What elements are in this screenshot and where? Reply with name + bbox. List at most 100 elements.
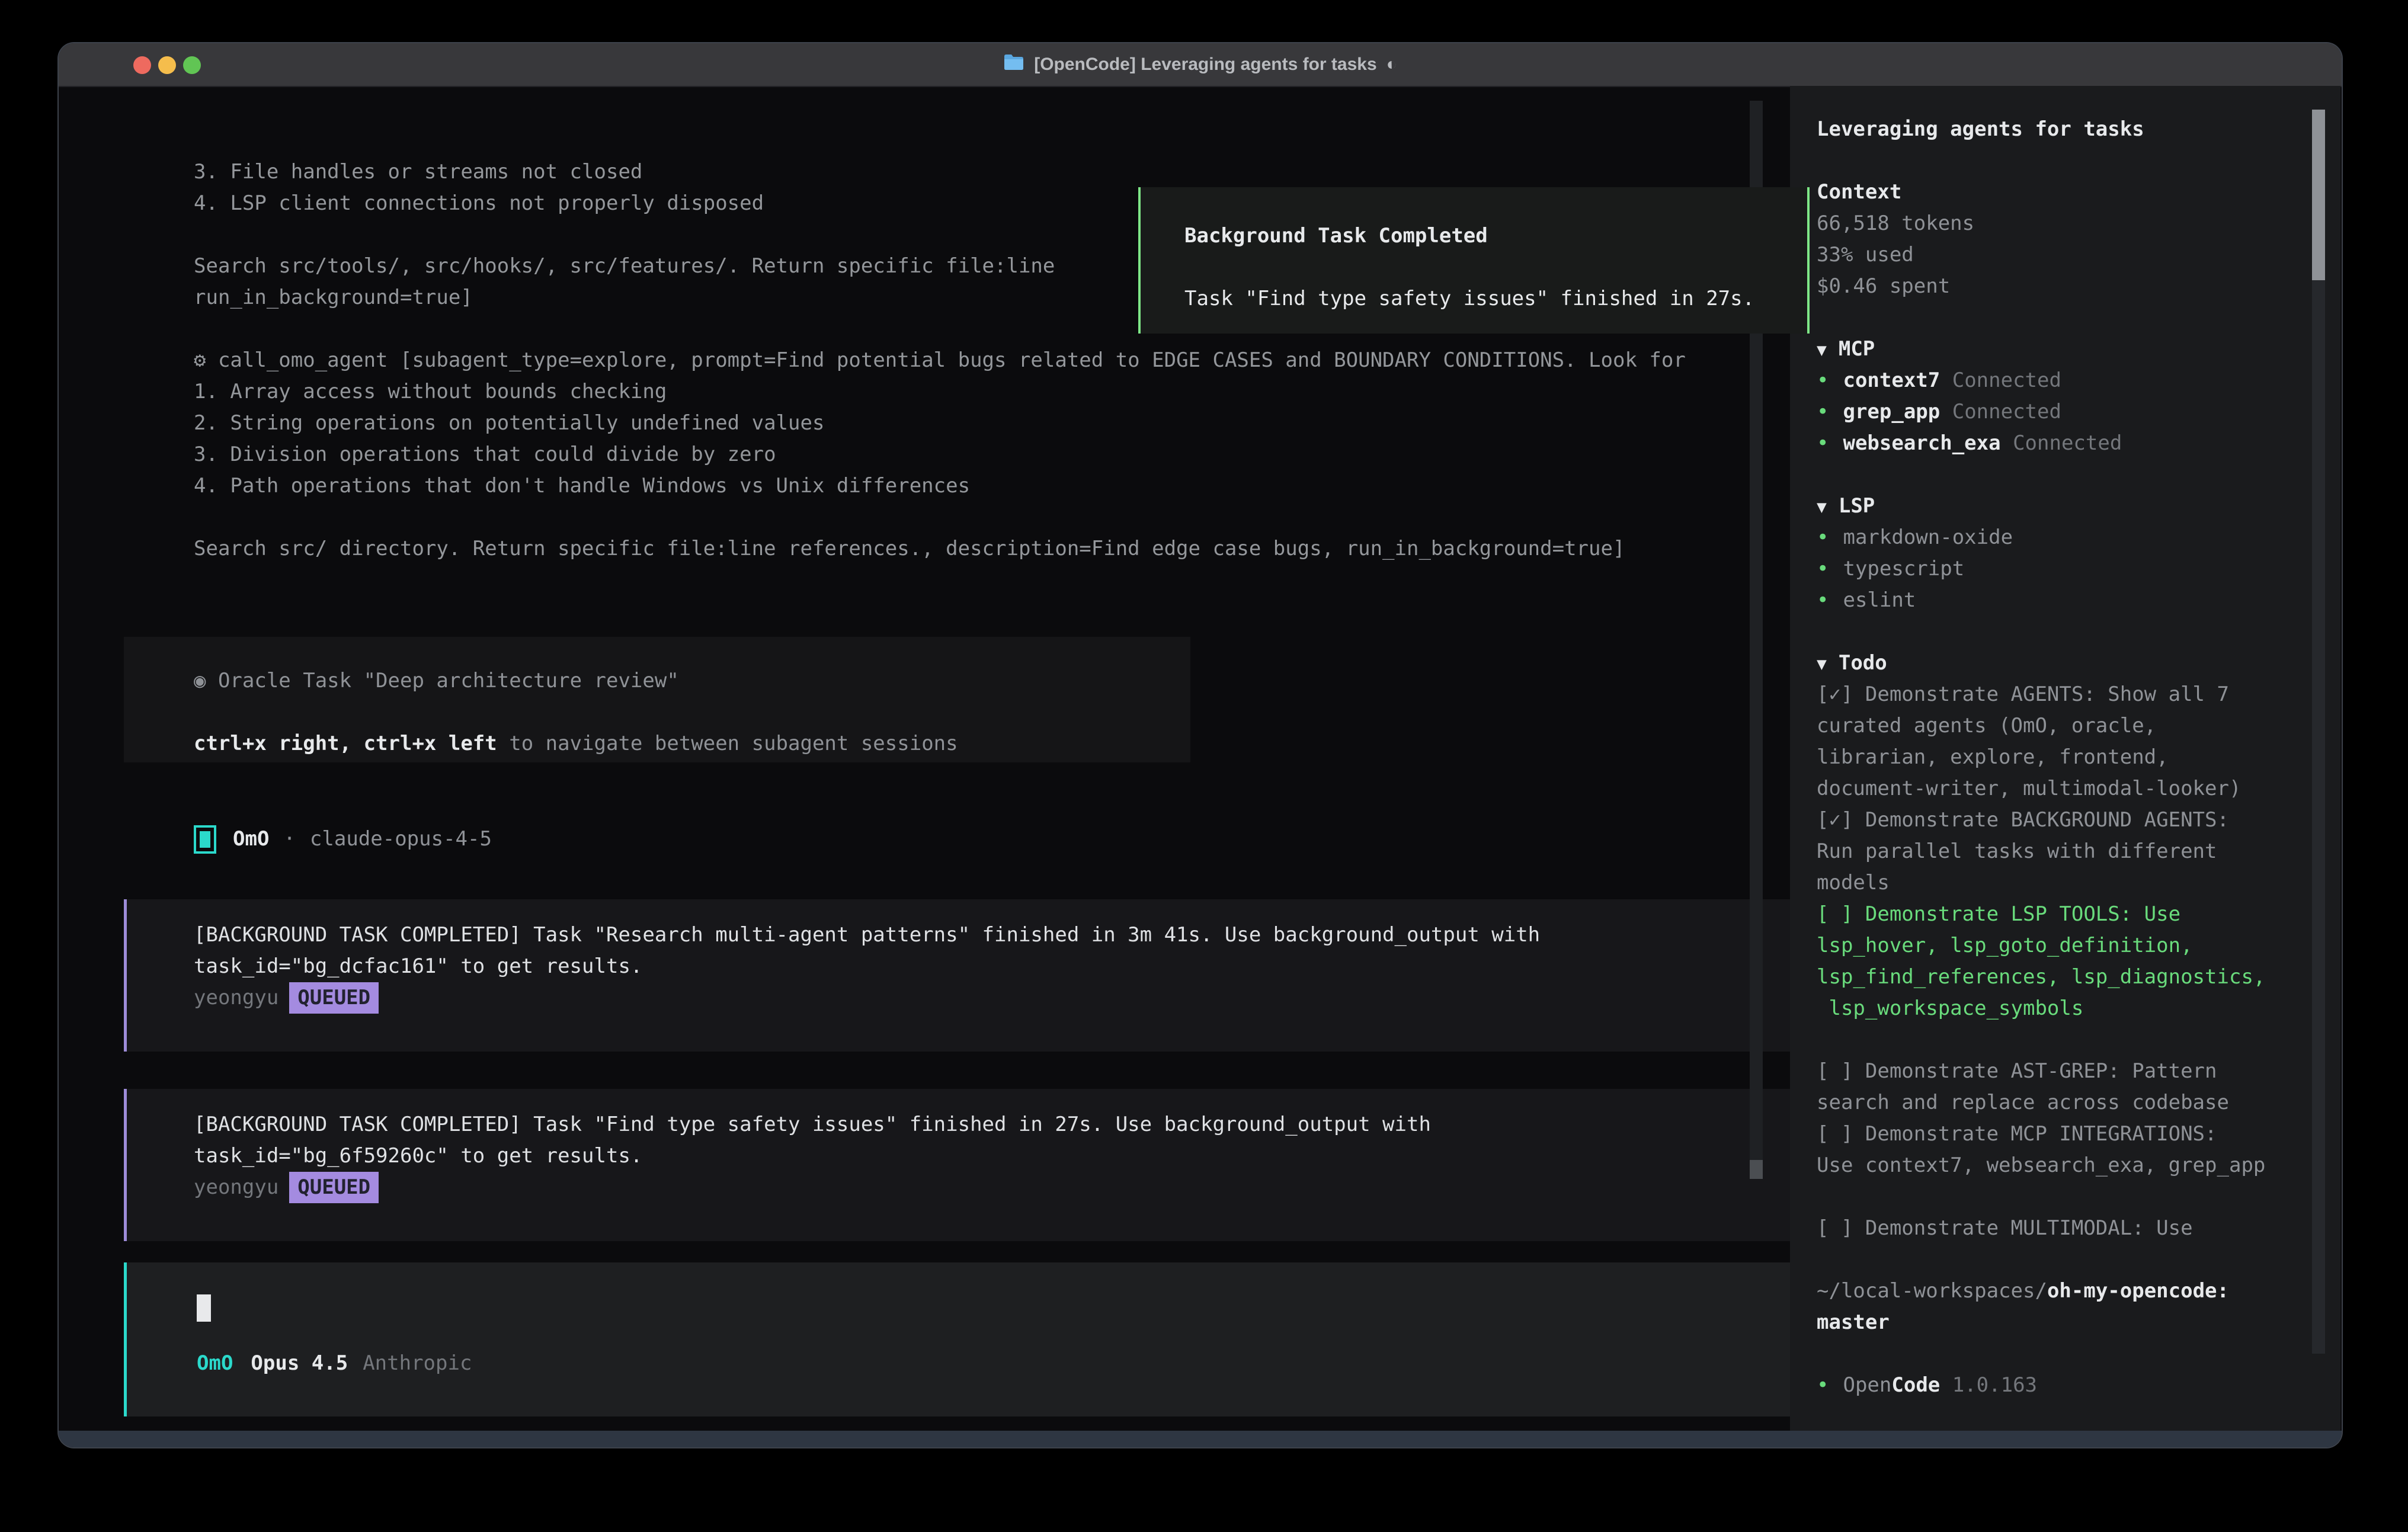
modified-indicator-icon: ◐ [1386,55,1397,75]
lsp-item-name: eslint [1843,588,1916,612]
todo-line-active: lsp_hover, lsp_goto_definition, [1817,930,2340,961]
task-message-line: task_id="bg_6f59260c" to get results. [194,1140,1810,1172]
oracle-task-box: ◉ Oracle Task "Deep architecture review"… [124,637,1190,762]
todo-line-done: Run parallel tasks with different [1817,836,2340,867]
status-badge: QUEUED [289,1172,379,1203]
chevron-down-icon[interactable]: ▼ [1817,497,1827,517]
sidebar-scrollbar-thumb[interactable] [2312,110,2325,280]
mcp-item: • context7 Connected [1817,365,2340,396]
todo-line-done: curated agents (OmO, oracle, [1817,710,2340,742]
agent-model: claude-opus-4-5 [310,823,492,855]
spacer [1817,302,2340,334]
workspace-path-prefix: ~/local-workspaces/ [1817,1279,2047,1303]
spacer [1817,145,2340,177]
context-tokens: 66,518 tokens [1817,208,2340,239]
task-message-line: task_id="bg_dcfac161" to get results. [194,951,1810,982]
lsp-item: • eslint [1817,585,2340,616]
transcript-line: Search src/ directory. Return specific f… [194,533,1746,565]
todo-line-pending: search and replace across codebase [1817,1087,2340,1118]
sidebar-panel: Leveraging agents for tasks Context 66,5… [1790,86,2340,1431]
todo-line-active: [ ] Demonstrate LSP TOOLS: Use [1817,899,2340,930]
todo-line-pending: [ ] Demonstrate AST-GREP: Pattern [1817,1056,2340,1087]
mcp-item-status: Connected [1940,368,2061,392]
lsp-item: •markdown-oxide [1817,522,2340,553]
todo-line-done: models [1817,867,2340,899]
notification-title: Background Task Completed [1184,220,1807,252]
main-scrollbar-thumb[interactable] [1750,1160,1763,1179]
workspace-path: ~/local-workspaces/oh-my-opencode: [1817,1275,2340,1307]
task-message-line: [BACKGROUND TASK COMPLETED] Task "Resear… [194,919,1810,951]
background-task-message: [BACKGROUND TASK COMPLETED] Task "Find t… [124,1089,1810,1241]
prompt-input[interactable]: OmO Opus 4.5 Anthropic [124,1262,1836,1416]
transcript-line: 3. File handles or streams not closed [194,156,1746,188]
mcp-item: •grep_app Connected [1817,396,2340,428]
input-provider-label: Anthropic [363,1348,472,1379]
mcp-item-status: Connected [2001,431,2122,455]
omo-agent-icon [194,825,216,854]
mcp-item-name: websearch_exa [1843,431,2000,455]
todo-line-active: lsp_workspace_symbols [1817,993,2340,1024]
text-cursor [197,1294,211,1322]
mcp-section-header[interactable]: ▼MCP [1817,334,2340,365]
background-task-notification: Background Task Completed Task "Find typ… [1138,187,1810,334]
todo-line-done: [✓] Demonstrate BACKGROUND AGENTS: [1817,805,2340,836]
todo-section-header[interactable]: ▼Todo [1817,648,2340,679]
bullet-icon: • [1817,557,1829,581]
spacer [1817,1181,2340,1213]
keyboard-shortcut: ctrl+x right, ctrl+x left [194,732,497,755]
app-version: •OpenCode 1.0.163 [1817,1370,2340,1401]
spacer [1817,1338,2340,1370]
chevron-down-icon[interactable]: ▼ [1817,654,1827,674]
tool-call-line: ⚙ call_omo_agent [subagent_type=explore,… [194,345,1746,376]
folder-icon [1003,53,1024,76]
agent-name: OmO [233,823,269,855]
input-model-label[interactable]: Opus 4.5 [251,1348,348,1379]
sidebar-scrollbar-track[interactable] [2312,110,2325,1354]
transcript-line [194,502,1746,533]
bullet-icon: • [1817,1373,1829,1397]
lsp-section-header[interactable]: ▼LSP [1817,491,2340,522]
window-title-area: [OpenCode] Leveraging agents for tasks ◐ [59,43,2342,86]
lsp-item: • typescript [1817,553,2340,585]
task-meta-line: yeongyuQUEUED [194,1172,1810,1203]
transcript-block-tool-call: ⚙ call_omo_agent [subagent_type=explore,… [194,345,1746,565]
window-bottom-strip [59,1431,2342,1447]
spacer [1817,459,2340,491]
input-agent-label[interactable]: OmO [197,1348,233,1379]
lsp-item-name: typescript [1843,557,1964,581]
window-title: [OpenCode] Leveraging agents for tasks [1034,55,1376,75]
status-badge: QUEUED [289,982,379,1014]
bullet-icon: • [1817,400,1829,424]
chevron-down-icon[interactable]: ▼ [1817,340,1827,360]
transcript-line: 4. Path operations that don't handle Win… [194,470,1746,502]
todo-line-done: librarian, explore, frontend, [1817,742,2340,773]
spacer [1817,616,2340,648]
bullet-icon: • [1817,525,1829,549]
context-used: 33% used [1817,239,2340,271]
mcp-item: •websearch_exa Connected [1817,428,2340,459]
notification-spacer [1184,252,1807,283]
todo-line-pending: [ ] Demonstrate MULTIMODAL: Use [1817,1213,2340,1244]
sidebar-session-title: Leveraging agents for tasks [1817,114,2340,145]
record-icon: ◉ [194,669,206,693]
task-user: yeongyu [194,986,278,1009]
bullet-icon: • [1817,588,1829,612]
todo-line-done: [✓] Demonstrate AGENTS: Show all 7 [1817,679,2340,710]
gear-icon: ⚙ [194,348,206,372]
bullet-icon: • [1817,368,1829,392]
todo-line-done: document-writer, multimodal-looker) [1817,773,2340,805]
separator-dot: · [283,823,295,855]
background-task-message: [BACKGROUND TASK COMPLETED] Task "Resear… [124,899,1810,1052]
terminal-window: [OpenCode] Leveraging agents for tasks ◐… [59,43,2342,1447]
workspace-path-repo: oh-my-opencode: [2047,1279,2229,1303]
transcript-line: 3. Division operations that could divide… [194,439,1746,470]
transcript-line: 2. String operations on potentially unde… [194,408,1746,439]
workspace-branch: master [1817,1307,2340,1338]
task-meta-line: yeongyu QUEUED [194,982,1810,1014]
spacer [1817,1024,2340,1056]
todo-line-active: lsp_find_references, lsp_diagnostics, [1817,961,2340,993]
mcp-item-name: context7 [1843,368,1940,392]
oracle-hint-line: ctrl+x right, ctrl+x left to navigate be… [194,728,1190,759]
task-message-line: [BACKGROUND TASK COMPLETED] Task "Find t… [194,1109,1810,1140]
mcp-item-name: grep_app [1843,400,1940,424]
